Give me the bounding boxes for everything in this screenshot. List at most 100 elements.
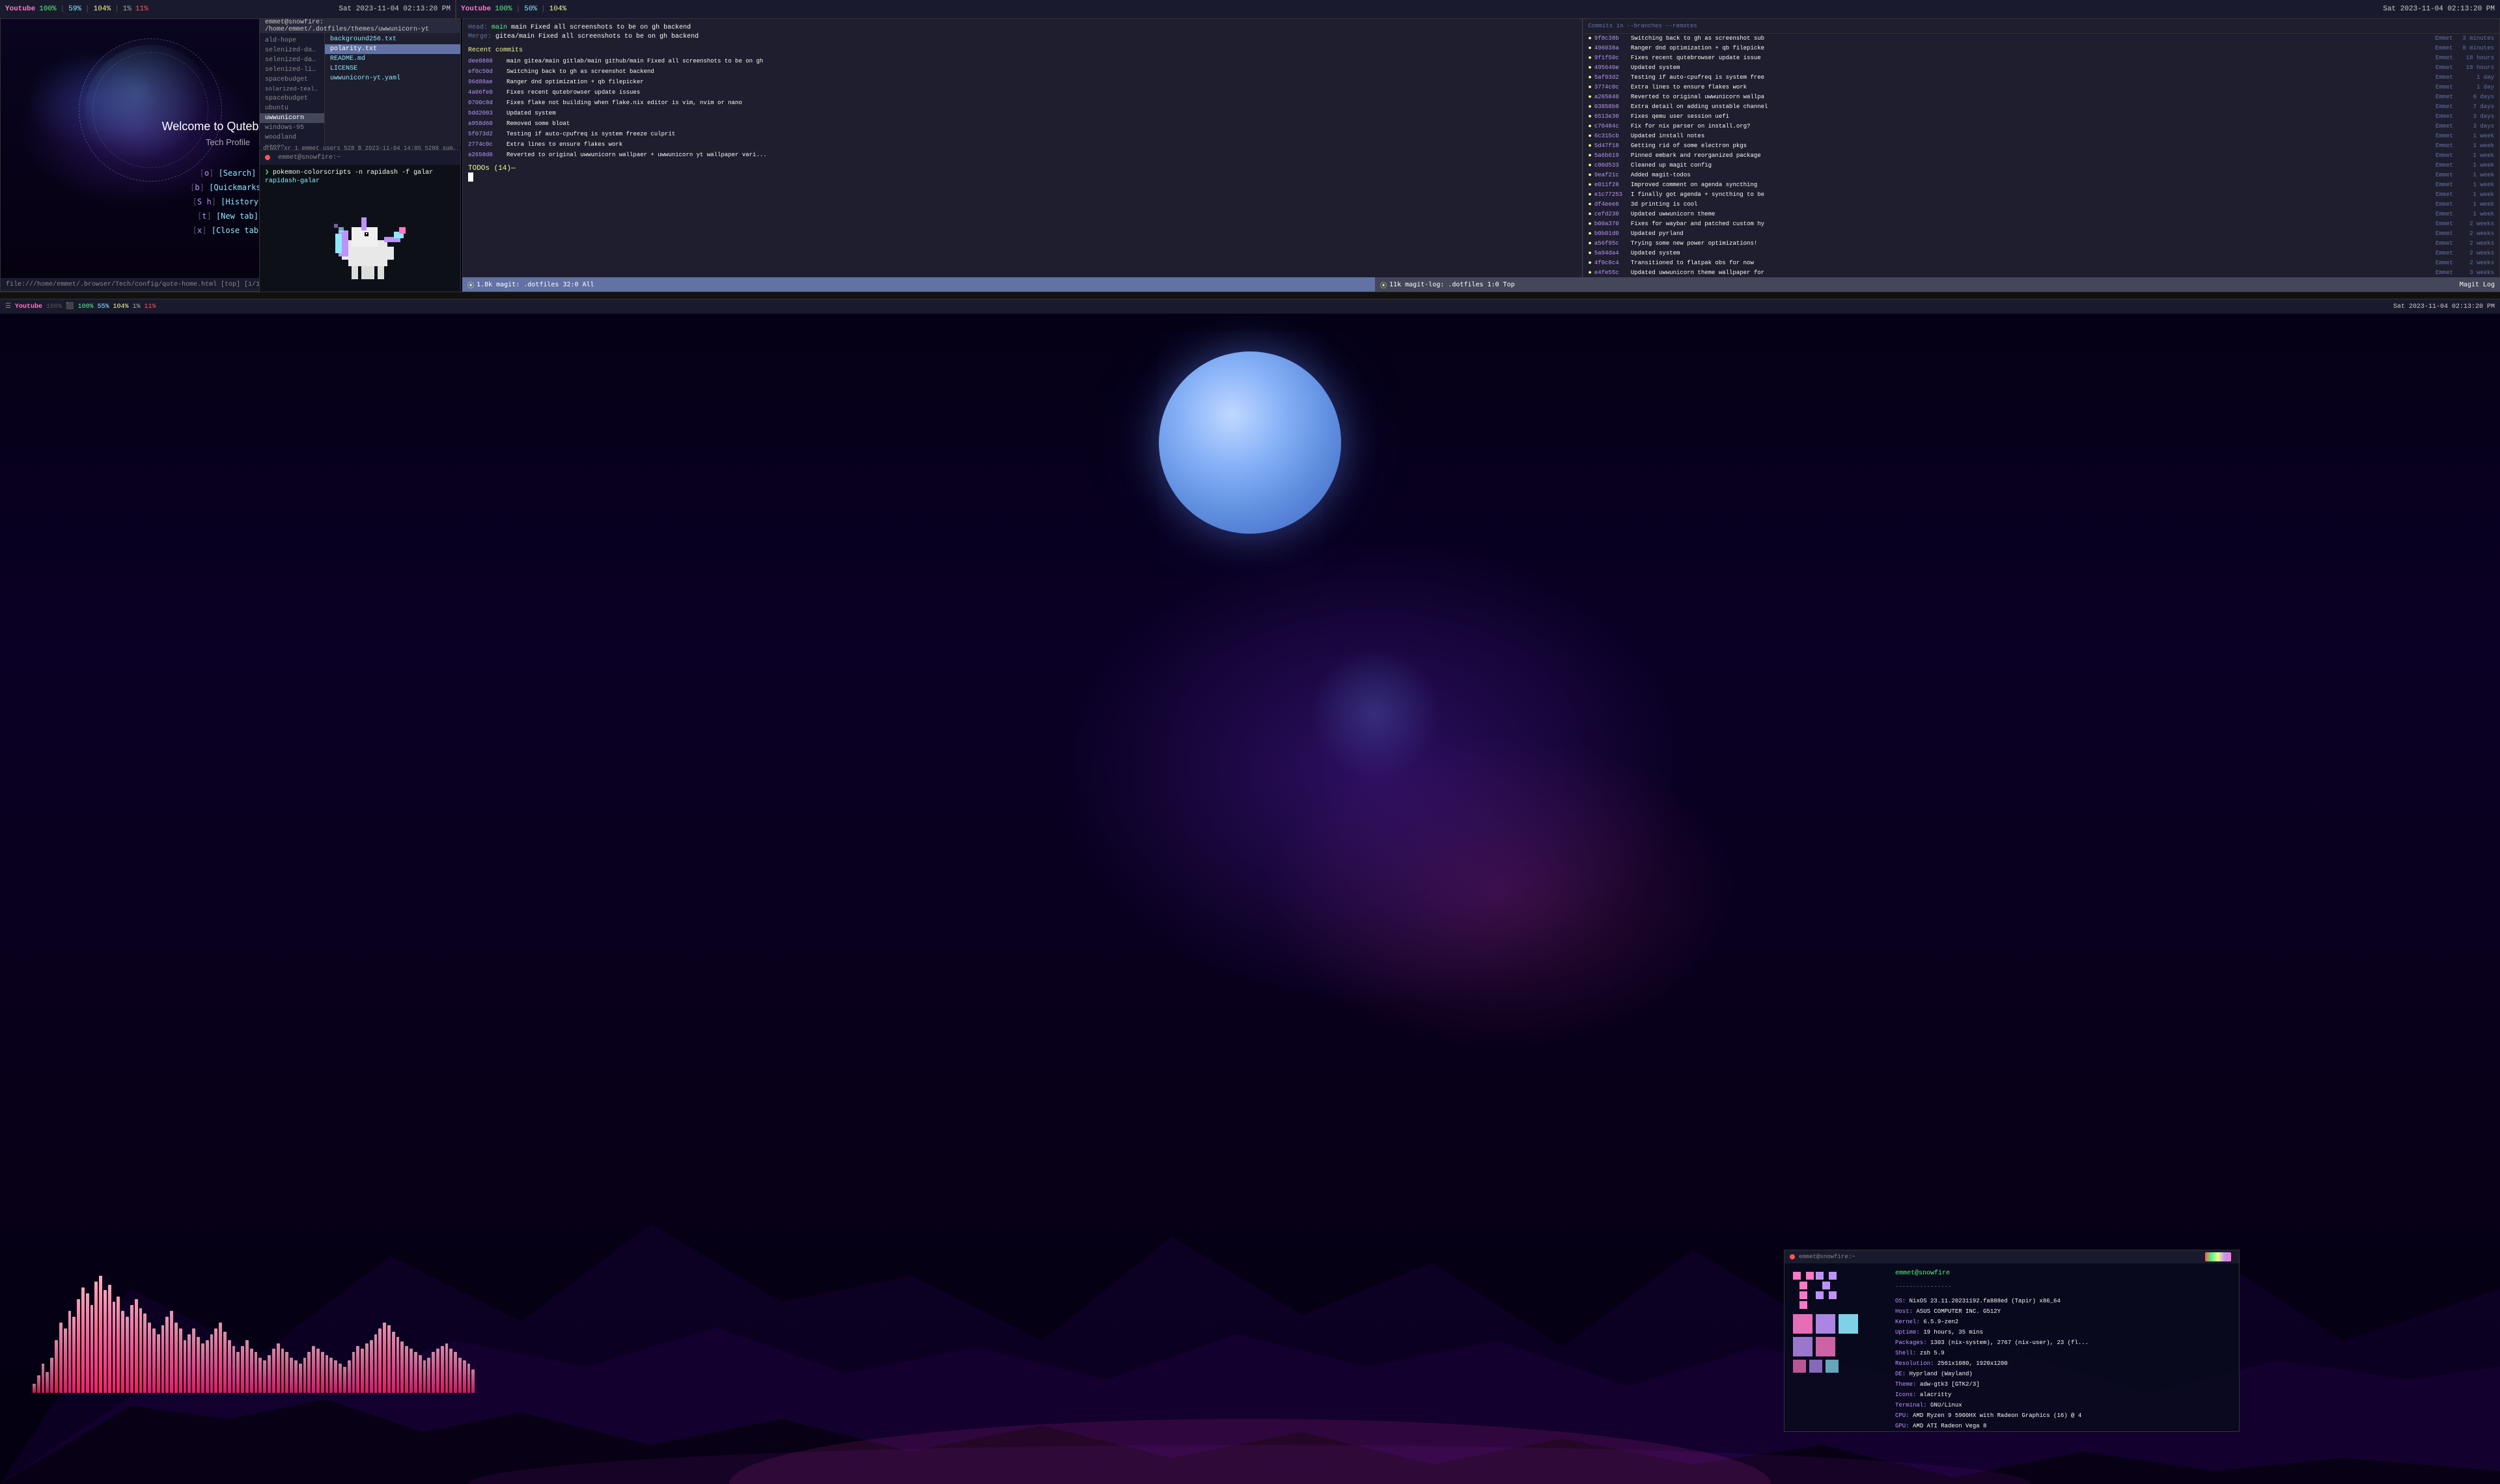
gl-author: Emmet xyxy=(2436,122,2460,131)
gl-bullet: ● xyxy=(1588,152,1591,160)
fm-file-item[interactable]: uwwunicorn-yt.yaml xyxy=(325,74,460,83)
viz-bar xyxy=(307,1352,311,1393)
viz-bar xyxy=(378,1328,382,1393)
lower-battery: 11% xyxy=(145,303,156,310)
nf-cpu: CPU: AMD Ryzen 9 5900HX with Radeon Grap… xyxy=(1895,1410,2234,1421)
viz-bar xyxy=(268,1355,271,1393)
viz-bar xyxy=(179,1328,182,1393)
viz-bar xyxy=(99,1276,102,1393)
gl-author: Emmet xyxy=(2436,152,2460,160)
topbar-rsep2: | xyxy=(541,5,546,13)
gl-time: 18 hours xyxy=(2463,64,2494,72)
viz-bar xyxy=(458,1358,462,1393)
fm-sidebar-item[interactable]: spacebudget xyxy=(260,94,324,103)
viz-bar xyxy=(400,1341,404,1393)
gl-time: 1 week xyxy=(2463,142,2494,150)
viz-bar xyxy=(454,1352,457,1393)
gl-bullet: ● xyxy=(1588,240,1591,248)
viz-bar xyxy=(263,1360,266,1393)
viz-bar xyxy=(365,1343,368,1393)
qb-link-search[interactable]: [o] [Search] xyxy=(190,166,266,180)
gl-msg: 3d printing is cool xyxy=(1631,200,2433,209)
gitlog-row: ●5d47f18Getting rid of some electron pkg… xyxy=(1583,141,2499,151)
gl-author: Emmet xyxy=(2436,83,2460,92)
fm-sidebar-item[interactable]: ubuntu xyxy=(260,103,324,113)
fm-sidebar-item[interactable]: selenized-dark xyxy=(260,55,324,65)
fm-sidebar-item[interactable]: woodland xyxy=(260,133,324,143)
fm-sidebar-item[interactable]: ald-hope xyxy=(260,36,324,46)
topbar-divider xyxy=(455,0,456,18)
viz-bar xyxy=(139,1308,143,1393)
topbar-right-cpu: 100% xyxy=(495,5,512,13)
lower-icon: ☰ xyxy=(5,303,11,310)
fm-file-item[interactable]: background256.txt xyxy=(325,34,460,44)
gl-bullet: ● xyxy=(1588,249,1591,258)
gl-bullet: ● xyxy=(1588,74,1591,82)
viz-bar xyxy=(449,1349,452,1393)
gl-hash: e1c77253 xyxy=(1594,191,1628,199)
gitlog-list: ●9f8c38bSwitching back to gh as screensh… xyxy=(1583,34,2499,291)
gl-bullet: ● xyxy=(1588,122,1591,131)
gl-hash: 03858b8 xyxy=(1594,103,1628,111)
fm-file-item-selected[interactable]: polarity.txt xyxy=(325,44,460,54)
viz-bar xyxy=(241,1346,244,1393)
viz-bar xyxy=(121,1311,124,1393)
gitlog-row: ●5af93d2Testing if auto-cpufreq is syste… xyxy=(1583,73,2499,83)
qb-link-history[interactable]: [S h] [History] xyxy=(190,195,266,209)
nf-packages: Packages: 1303 (nix-system), 2767 (nix-u… xyxy=(1895,1338,2234,1348)
fm-file-item[interactable]: README.md xyxy=(325,54,460,64)
gl-time: 1 day xyxy=(2463,83,2494,92)
viz-bar xyxy=(232,1346,236,1393)
lower-swap: 104% xyxy=(113,303,128,310)
magit-log-indicator: ⦿ xyxy=(1380,280,1387,290)
fm-sidebar-item[interactable]: windows-95 xyxy=(260,123,324,133)
gl-time: 1 week xyxy=(2463,191,2494,199)
gl-bullet: ● xyxy=(1588,269,1591,277)
commit-row: bdd2003Updated system xyxy=(468,109,1577,118)
topbar-left: Youtube 100% | 59% | 104% | 1% 11% Sat 2… xyxy=(0,0,456,18)
fm-sidebar-item[interactable]: solarized-teal-dark xyxy=(260,85,324,94)
gitlog-row: ●a56f95cTrying some new power optimizati… xyxy=(1583,239,2499,249)
viz-bar xyxy=(467,1364,471,1393)
gitlog-row: ●496038aRanger dnd optimization + qb fil… xyxy=(1583,44,2499,53)
gl-time: 1 week xyxy=(2463,181,2494,189)
gl-hash: 5af93d2 xyxy=(1594,74,1628,82)
gl-author: Emmet xyxy=(2436,93,2460,102)
gl-hash: 496038a xyxy=(1594,44,1628,53)
viz-bar xyxy=(255,1352,258,1393)
viz-bar xyxy=(201,1343,204,1393)
viz-bar xyxy=(170,1311,173,1393)
gl-author: Emmet xyxy=(2436,200,2460,209)
viz-bar xyxy=(228,1340,231,1393)
viz-bar xyxy=(272,1349,275,1393)
gl-hash: e4fe55c xyxy=(1594,269,1628,277)
gl-msg: Extra detail on adding unstable channel xyxy=(1631,103,2433,111)
viz-bar xyxy=(343,1367,346,1393)
qb-link-newtab[interactable]: [t] [New tab] xyxy=(190,209,266,223)
fm-sidebar-item[interactable]: selenized-light xyxy=(260,65,324,75)
fm-file-item[interactable]: LICENSE xyxy=(325,64,460,74)
viz-bar xyxy=(285,1352,288,1393)
qb-link-closetab[interactable]: [x] [Close tab] xyxy=(190,223,266,238)
commit-row: dee0888main gitea/main gitlab/main githu… xyxy=(468,57,1577,66)
gl-bullet: ● xyxy=(1588,210,1591,219)
pokemon-svg xyxy=(329,201,407,286)
pokemon-terminal: emmet@snowfire:~ ❯ pokemon-colorscripts … xyxy=(259,150,461,293)
commit-msg: Fixes flake not building when flake.nix … xyxy=(507,98,1577,107)
viz-bar xyxy=(405,1346,408,1393)
qb-link-quickmarks[interactable]: [b] [Quickmarks] xyxy=(190,180,266,195)
gl-time: 2 weeks xyxy=(2463,249,2494,258)
gl-author: Emmet xyxy=(2436,249,2460,258)
pokemon-sprite xyxy=(329,201,407,286)
gl-hash: c70484c xyxy=(1594,122,1628,131)
fm-sidebar-item[interactable]: selenized-dark xyxy=(260,46,324,55)
viz-bar xyxy=(471,1369,475,1393)
nf-username: emmet@snowfire xyxy=(1895,1269,2234,1279)
viz-bar xyxy=(290,1358,293,1393)
gl-msg: Transitioned to flatpak obs for now xyxy=(1631,259,2433,268)
fm-sidebar-item-uwwunicorn[interactable]: uwwunicorn xyxy=(260,113,324,123)
gl-time: 7 days xyxy=(2463,103,2494,111)
gl-author: Emmet xyxy=(2436,64,2460,72)
fm-sidebar-item[interactable]: spacebudget xyxy=(260,75,324,85)
qb-status-text: file:///home/emmet/.browser/Tech/config/… xyxy=(6,281,264,288)
